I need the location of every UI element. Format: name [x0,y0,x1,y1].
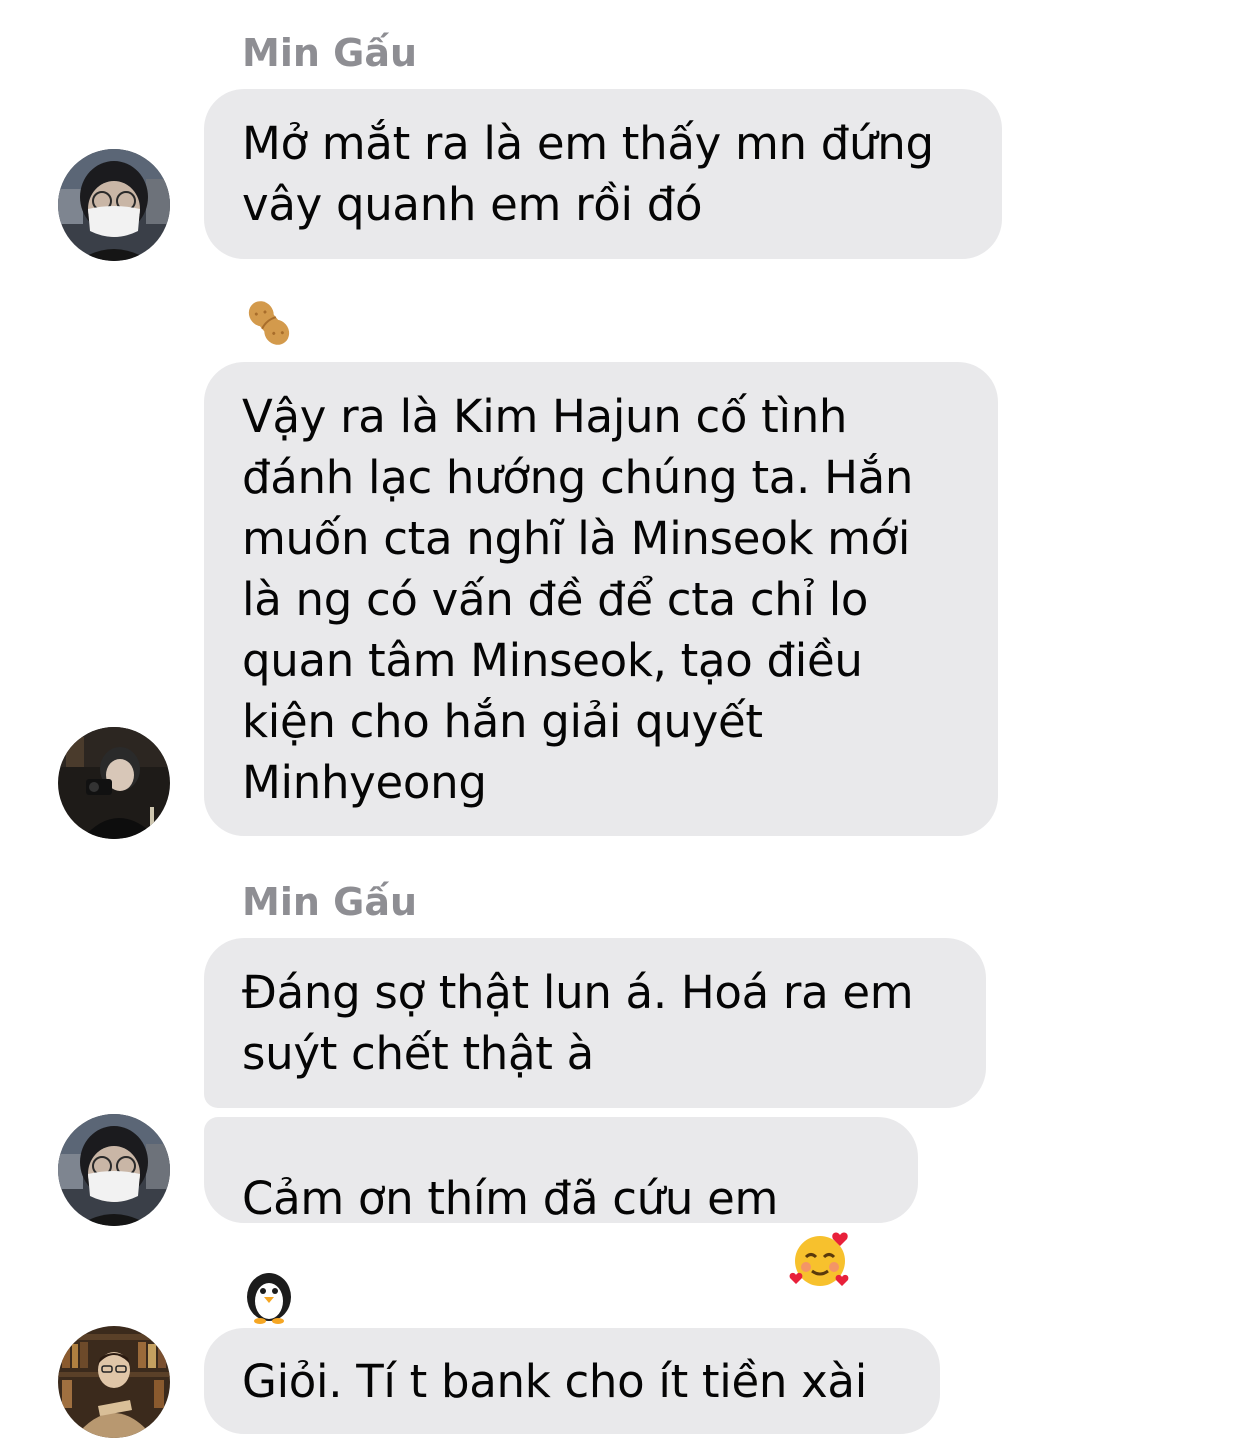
penguin-icon [240,1267,298,1325]
message-text: Đáng sợ thật lun á. Hoá ra em suýt chết … [242,966,914,1080]
sender-name: Min Gấu [242,31,418,75]
message-text: Cảm ơn thím đã cứu em [242,1171,779,1225]
peanut-icon [240,294,298,352]
sender-name: Min Gấu [242,880,418,924]
message-bubble[interactable]: Đáng sợ thật lun á. Hoá ra em suýt chết … [204,938,986,1108]
message-bubble[interactable]: Vậy ra là Kim Hajun cố tình đánh lạc hướ… [204,362,998,836]
smiling-face-with-hearts-icon [788,1166,852,1286]
message-bubble[interactable]: Cảm ơn thím đã cứu em [204,1117,918,1286]
message-bubble[interactable]: Giỏi. Tí t bank cho ít tiền xài [204,1328,940,1434]
message-text: Giỏi. Tí t bank cho ít tiền xài [242,1354,867,1408]
message-line: Cảm ơn thím đã cứu em [242,1107,852,1286]
avatar-person-with-camera[interactable] [58,727,170,839]
message-text: Vậy ra là Kim Hajun cố tình đánh lạc hướ… [242,389,914,809]
avatar-person-library[interactable] [58,1326,170,1438]
message-text: Mở mắt ra là em thấy mn đứng vây quanh e… [242,117,934,231]
avatar-masked-person[interactable] [58,1114,170,1226]
avatar-masked-person[interactable] [58,149,170,261]
message-bubble[interactable]: Mở mắt ra là em thấy mn đứng vây quanh e… [204,89,1002,259]
